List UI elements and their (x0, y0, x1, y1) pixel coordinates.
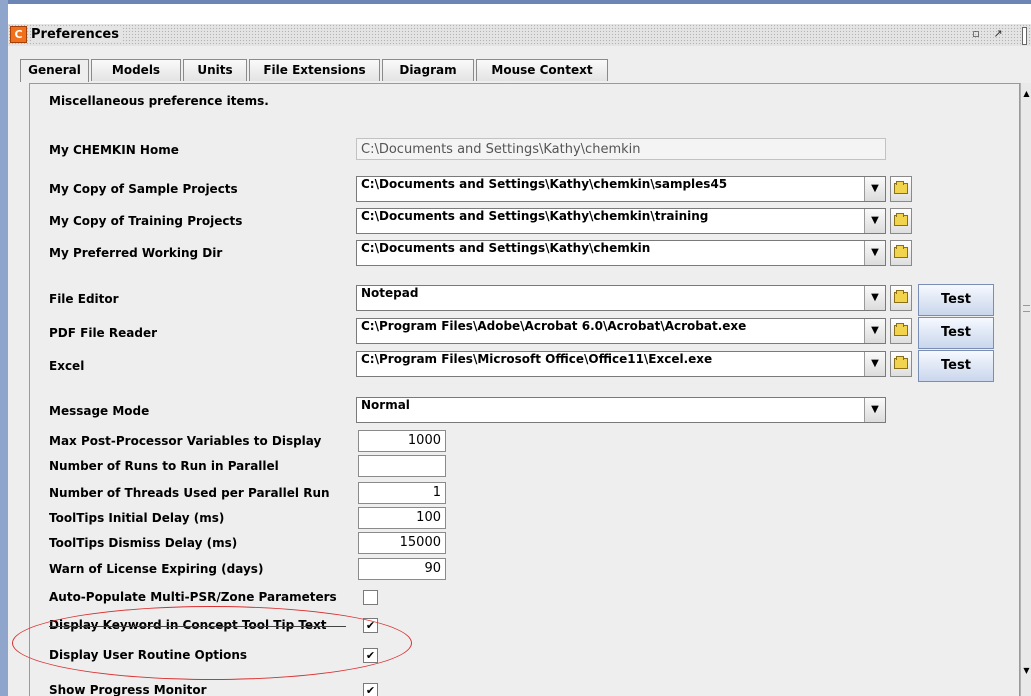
license-warning-input[interactable]: 90 (358, 558, 446, 580)
file-editor-browse-button[interactable] (890, 285, 912, 311)
progress-monitor-label: Show Progress Monitor (49, 683, 207, 696)
sample-projects-combo[interactable]: C:\Documents and Settings\Kathy\chemkin\… (356, 176, 886, 202)
license-warning-label: Warn of License Expiring (days) (49, 562, 264, 576)
working-dir-browse-button[interactable] (890, 240, 912, 266)
vertical-scrollbar[interactable]: ▲ ▼ (1020, 83, 1031, 696)
file-editor-label: File Editor (49, 292, 119, 306)
tooltip-initial-delay-input[interactable]: 100 (358, 507, 446, 529)
pdf-reader-browse-button[interactable] (890, 318, 912, 344)
file-editor-test-button[interactable]: Test (918, 284, 994, 316)
tab-mouse-context[interactable]: Mouse Context (476, 59, 608, 81)
scroll-thumb-grip[interactable] (1023, 305, 1030, 312)
max-postprocessor-vars-input[interactable]: 1000 (358, 430, 446, 452)
chevron-down-icon[interactable]: ▼ (864, 398, 885, 422)
chevron-down-icon[interactable]: ▼ (864, 352, 885, 376)
section-description: Miscellaneous preference items. (49, 94, 269, 108)
close-icon[interactable] (1022, 27, 1027, 45)
tab-units[interactable]: Units (183, 59, 247, 81)
folder-browse-icon (894, 356, 908, 369)
excel-label: Excel (49, 359, 85, 373)
excel-browse-button[interactable] (890, 351, 912, 377)
working-dir-label: My Preferred Working Dir (49, 246, 223, 260)
pdf-reader-test-button[interactable]: Test (918, 317, 994, 349)
working-dir-combo[interactable]: C:\Documents and Settings\Kathy\chemkin … (356, 240, 886, 266)
title-bar[interactable] (8, 24, 1031, 46)
pdf-reader-combo[interactable]: C:\Program Files\Adobe\Acrobat 6.0\Acrob… (356, 318, 886, 344)
folder-browse-icon (894, 181, 908, 194)
folder-browse-icon (894, 245, 908, 258)
runs-in-parallel-label: Number of Runs to Run in Parallel (49, 459, 279, 473)
chemkin-home-field: C:\Documents and Settings\Kathy\chemkin (356, 138, 886, 160)
tab-file-extensions[interactable]: File Extensions (249, 59, 380, 81)
app-icon: C (10, 26, 27, 43)
chevron-down-icon[interactable]: ▼ (864, 241, 885, 265)
excel-value: C:\Program Files\Microsoft Office\Office… (361, 352, 713, 366)
scroll-down-icon[interactable]: ▼ (1021, 666, 1031, 676)
message-mode-value: Normal (361, 398, 410, 412)
sample-projects-label: My Copy of Sample Projects (49, 182, 238, 196)
maximize-icon[interactable]: ↗ (990, 26, 1006, 42)
training-projects-combo[interactable]: C:\Documents and Settings\Kathy\chemkin\… (356, 208, 886, 234)
tab-models[interactable]: Models (91, 59, 181, 81)
training-projects-label: My Copy of Training Projects (49, 214, 243, 228)
sample-projects-browse-button[interactable] (890, 176, 912, 202)
chevron-down-icon[interactable]: ▼ (864, 319, 885, 343)
tab-diagram[interactable]: Diagram (382, 59, 474, 81)
scroll-up-icon[interactable]: ▲ (1021, 89, 1031, 99)
excel-test-button[interactable]: Test (918, 350, 994, 382)
auto-populate-checkbox[interactable] (363, 590, 378, 605)
training-projects-browse-button[interactable] (890, 208, 912, 234)
excel-combo[interactable]: C:\Program Files\Microsoft Office\Office… (356, 351, 886, 377)
file-editor-combo[interactable]: Notepad ▼ (356, 285, 886, 311)
minimize-icon[interactable]: ▫ (968, 26, 984, 42)
sample-projects-value: C:\Documents and Settings\Kathy\chemkin\… (361, 177, 728, 191)
folder-browse-icon (894, 213, 908, 226)
tooltip-dismiss-delay-input[interactable]: 15000 (358, 532, 446, 554)
file-editor-value: Notepad (361, 286, 419, 300)
threads-per-run-label: Number of Threads Used per Parallel Run (49, 486, 330, 500)
tab-general[interactable]: General (20, 59, 89, 82)
runs-in-parallel-input[interactable] (358, 455, 446, 477)
folder-browse-icon (894, 290, 908, 303)
tooltip-initial-delay-label: ToolTips Initial Delay (ms) (49, 511, 225, 525)
chevron-down-icon[interactable]: ▼ (864, 177, 885, 201)
message-mode-label: Message Mode (49, 404, 150, 418)
highlight-annotation (12, 606, 412, 680)
chemkin-home-label: My CHEMKIN Home (49, 143, 179, 157)
tooltip-dismiss-delay-label: ToolTips Dismiss Delay (ms) (49, 536, 238, 550)
progress-monitor-checkbox[interactable]: ✔ (363, 683, 378, 696)
working-dir-value: C:\Documents and Settings\Kathy\chemkin (361, 241, 651, 255)
general-tab-content (29, 83, 1020, 696)
pdf-reader-label: PDF File Reader (49, 326, 157, 340)
preferences-window: C Preferences ▫ ↗ General Models Units F… (0, 0, 1031, 696)
message-mode-combo[interactable]: Normal ▼ (356, 397, 886, 423)
training-projects-value: C:\Documents and Settings\Kathy\chemkin\… (361, 209, 709, 223)
window-top-border (0, 0, 1031, 4)
threads-per-run-input[interactable]: 1 (358, 482, 446, 504)
auto-populate-label: Auto-Populate Multi-PSR/Zone Parameters (49, 590, 337, 604)
chevron-down-icon[interactable]: ▼ (864, 286, 885, 310)
chevron-down-icon[interactable]: ▼ (864, 209, 885, 233)
folder-browse-icon (894, 323, 908, 336)
max-postprocessor-vars-label: Max Post-Processor Variables to Display (49, 434, 322, 448)
clipped-row: Show Progress Monitor ✔ (29, 683, 1019, 696)
window-title: Preferences (31, 27, 123, 42)
window-left-border (0, 0, 8, 696)
pdf-reader-value: C:\Program Files\Adobe\Acrobat 6.0\Acrob… (361, 319, 747, 333)
